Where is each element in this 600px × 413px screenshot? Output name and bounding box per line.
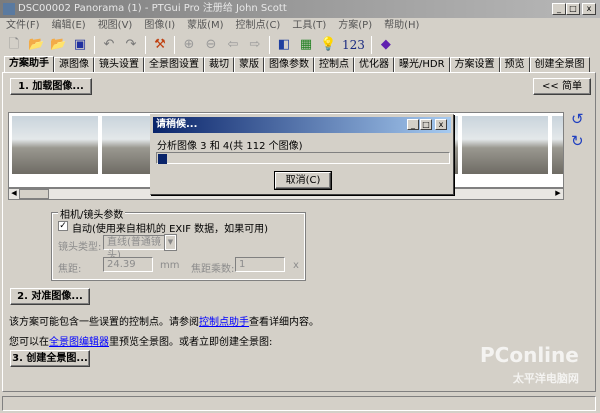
tab-exposure-hdr[interactable]: 曝光/HDR (394, 57, 450, 73)
cancel-button[interactable]: 取消(C) (274, 171, 332, 190)
simple-mode-button[interactable]: << 简单 (533, 78, 591, 95)
dialog-title: 请稍候... (156, 119, 198, 130)
tab-bar: 方案助手 源图像 镜头设置 全景图设置 裁切 蒙版 图像参数 控制点 优化器 曝… (4, 56, 590, 73)
lens-type-select[interactable]: 直线(普通镜头) (103, 235, 165, 261)
menu-bar: 文件(F) 编辑(E) 视图(V) 图像(I) 蒙版(M) 控制点(C) 工具(… (0, 18, 419, 34)
tab-source-images[interactable]: 源图像 (54, 57, 94, 73)
separator (269, 36, 270, 54)
dialog-message: 分析图像 3 和 4(共 112 个图像) (157, 141, 303, 152)
focal-multiplier-input[interactable]: 1 (235, 257, 285, 272)
menu-help[interactable]: 帮助(H) (384, 18, 419, 34)
tab-project-settings[interactable]: 方案设置 (449, 57, 500, 73)
control-points-message: 该方案可能包含一些误置的控制点。请参阅控制点助手查看详细内容。 (9, 313, 319, 328)
menu-mask[interactable]: 蒙版(M) (187, 18, 223, 34)
focal-length-label: 焦距: (58, 264, 82, 275)
chevron-down-icon[interactable]: ▼ (164, 234, 177, 251)
menu-image[interactable]: 图像(I) (144, 18, 175, 34)
focal-length-unit: mm (160, 260, 180, 271)
create-panorama-button[interactable]: 3. 创建全景图... (10, 350, 90, 367)
thumbnail[interactable] (552, 116, 563, 174)
window-title: DSC00002 Panorama (1) - PTGui Pro 注册给 Jo… (18, 3, 287, 14)
tab-mask[interactable]: 蒙版 (234, 57, 264, 73)
progress-bar (156, 152, 450, 164)
menu-view[interactable]: 视图(V) (98, 18, 133, 34)
tab-lens-settings[interactable]: 镜头设置 (94, 57, 144, 73)
panorama-editor-link[interactable]: 全景图编辑器 (49, 337, 109, 348)
dialog-maximize-button[interactable]: □ (420, 119, 432, 130)
align-images-button[interactable]: 2. 对准图像... (10, 288, 90, 305)
tab-optimizer[interactable]: 优化器 (354, 57, 394, 73)
tab-create-panorama[interactable]: 创建全景图 (529, 57, 590, 73)
rotate-right-icon[interactable]: ↻ (571, 132, 584, 150)
tab-project-assistant[interactable]: 方案助手 (4, 56, 54, 73)
tab-preview[interactable]: 预览 (499, 57, 530, 73)
separator (145, 36, 146, 54)
auto-exif-label: 自动(使用来自相机的 EXIF 数据，如果可用) (72, 224, 269, 235)
minimize-button[interactable]: _ (552, 3, 566, 15)
menu-project[interactable]: 方案(P) (338, 18, 372, 34)
lens-type-label: 镜头类型: (58, 242, 102, 253)
zoom-in-icon[interactable]: ⊕ (181, 37, 197, 53)
preview-message: 您可以在全景图编辑器里预览全景图。或者立即创建全景图: (9, 333, 272, 348)
load-images-button[interactable]: 1. 加载图像... (10, 78, 92, 95)
tools-icon[interactable]: ⚒ (152, 37, 168, 53)
maximize-button[interactable]: □ (566, 3, 580, 15)
title-bar: DSC00002 Panorama (1) - PTGui Pro 注册给 Jo… (0, 0, 600, 18)
help-book-icon[interactable]: ◆ (378, 37, 394, 53)
open-images-icon[interactable]: 📂 (50, 37, 66, 53)
menu-control-points[interactable]: 控制点(C) (236, 18, 281, 34)
back-icon[interactable]: ⇦ (225, 37, 241, 53)
open-icon[interactable]: 📂 (28, 37, 44, 53)
forward-icon[interactable]: ⇨ (247, 37, 263, 53)
separator (94, 36, 95, 54)
thumbnail[interactable] (462, 116, 548, 174)
focal-multiplier-label: 焦距乘数: (191, 264, 235, 275)
zoom-out-icon[interactable]: ⊖ (203, 37, 219, 53)
new-icon[interactable]: 🗋 (6, 37, 22, 53)
app-icon (3, 3, 15, 15)
menu-file[interactable]: 文件(F) (6, 18, 40, 34)
tab-image-parameters[interactable]: 图像参数 (264, 57, 314, 73)
watermark: PConline 太平洋电脑网 (480, 343, 579, 385)
thumbnail[interactable] (12, 116, 98, 174)
numbers-button[interactable]: 123 (342, 38, 365, 52)
undo-icon[interactable]: ↶ (101, 37, 117, 53)
focal-multiplier-unit: x (293, 260, 299, 271)
close-button[interactable]: x (582, 3, 596, 15)
separator (174, 36, 175, 54)
message-text: 您可以在 (9, 337, 49, 348)
message-text: 查看详细内容。 (249, 317, 319, 328)
message-text: 里预览全景图。或者立即创建全景图: (109, 337, 273, 348)
save-icon[interactable]: ▣ (72, 37, 88, 53)
dialog-close-button[interactable]: x (435, 119, 447, 130)
dialog-minimize-button[interactable]: _ (407, 119, 419, 130)
separator (370, 36, 372, 54)
group-title: 相机/镜头参数 (58, 206, 126, 221)
tip-icon[interactable]: 💡 (320, 37, 336, 53)
scroll-thumb[interactable] (19, 189, 49, 199)
progress-fill (158, 154, 167, 164)
table-icon[interactable]: ▦ (298, 37, 314, 53)
panorama-editor-icon[interactable]: ◧ (276, 37, 292, 53)
rotate-left-icon[interactable]: ↺ (571, 110, 584, 128)
focal-length-input[interactable]: 24.39 (103, 257, 153, 272)
tab-control-points[interactable]: 控制点 (314, 57, 354, 73)
message-text: 该方案可能包含一些误置的控制点。请参阅 (9, 317, 199, 328)
progress-dialog: 请稍候... _ □ x 分析图像 3 和 4(共 112 个图像) 取消(C) (150, 114, 454, 195)
menu-edit[interactable]: 编辑(E) (52, 18, 86, 34)
status-bar (2, 396, 596, 411)
scroll-right-icon[interactable]: ▶ (553, 189, 563, 199)
auto-exif-checkbox[interactable]: ✓ (58, 221, 68, 231)
menu-tools[interactable]: 工具(T) (292, 18, 326, 34)
toolbar: 🗋 📂 📂 ▣ ↶ ↷ ⚒ ⊕ ⊖ ⇦ ⇨ ◧ ▦ 💡 123 ◆ (0, 34, 600, 56)
tab-crop[interactable]: 裁切 (204, 57, 234, 73)
scroll-left-icon[interactable]: ◀ (9, 189, 19, 199)
redo-icon[interactable]: ↷ (123, 37, 139, 53)
tab-panorama-settings[interactable]: 全景图设置 (144, 57, 204, 73)
control-point-assistant-link[interactable]: 控制点助手 (199, 317, 249, 328)
